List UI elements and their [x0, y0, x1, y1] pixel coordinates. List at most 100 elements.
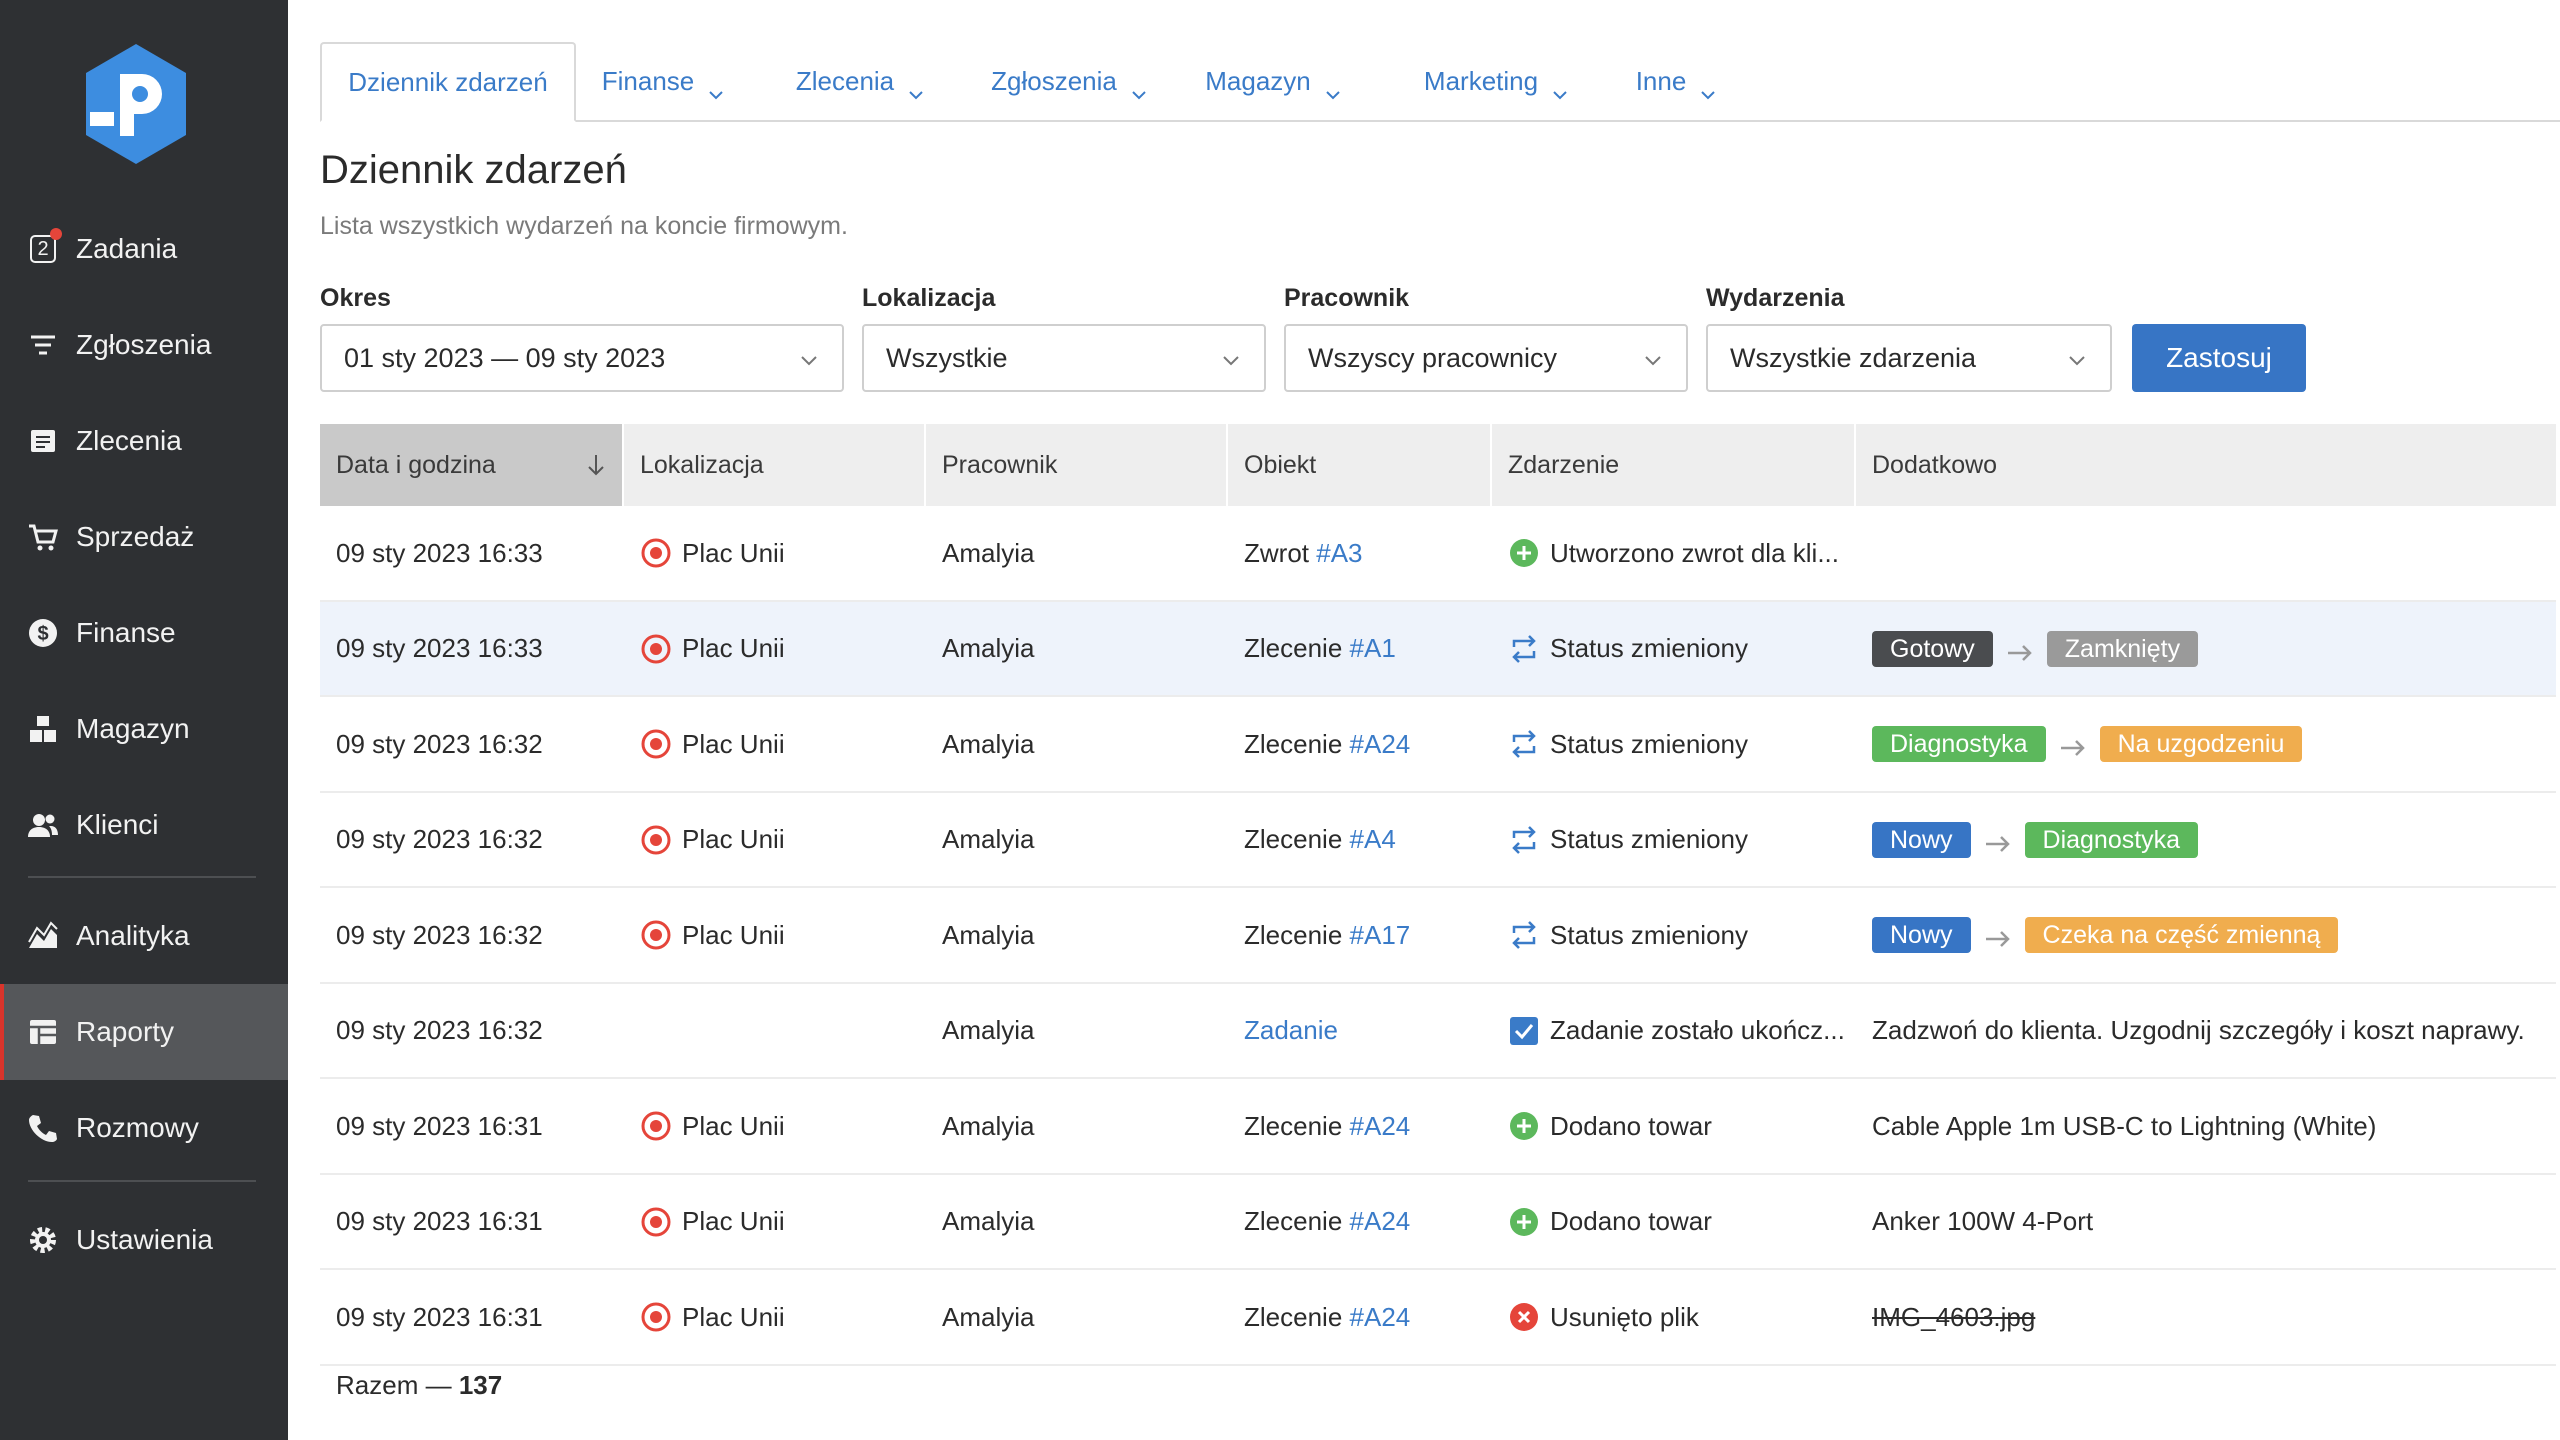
cell-object: Zwrot #A3 [1244, 506, 1363, 600]
object-type: Zlecenie [1244, 728, 1343, 759]
object-link[interactable]: #A4 [1350, 824, 1396, 855]
cell-extra: Diagnostyka Na uzgodzeniu [1872, 697, 2303, 791]
tab-label: Zgłoszenia [991, 65, 1117, 96]
column-header-extra[interactable]: Dodatkowo [1856, 424, 2556, 506]
cell-object: Zlecenie #A24 [1244, 1270, 1410, 1364]
remove-circle-icon [1508, 1301, 1540, 1333]
apply-button[interactable]: Zastosuj [2132, 324, 2306, 392]
tab-finanse[interactable]: Finanse [596, 42, 730, 120]
tab-zg-oszenia[interactable]: Zgłoszenia [986, 42, 1152, 120]
page-title: Dziennik zdarzeń [320, 148, 627, 192]
cell-employee: Amalyia [942, 1015, 1035, 1045]
period-select[interactable]: 01 sty 2023 — 09 sty 2023 [320, 324, 844, 392]
object-type: Zlecenie [1244, 919, 1343, 950]
object-link[interactable]: #A17 [1350, 920, 1411, 951]
tasks-icon: 2 [26, 228, 62, 266]
sidebar-divider [28, 876, 256, 878]
table-row[interactable]: 09 sty 2023 16:31 Plac Unii Amalyia Zleceni… [320, 1270, 2556, 1366]
object-link[interactable]: #A24 [1350, 1302, 1411, 1333]
chevron-down-icon [1223, 356, 1239, 366]
cell-date: 09 sty 2023 16:31 [336, 1206, 543, 1236]
table-row[interactable]: 09 sty 2023 16:33 Plac Unii Amalyia Zwrot #… [320, 506, 2556, 602]
cell-date: 09 sty 2023 16:32 [336, 919, 543, 950]
chevron-down-icon [1645, 356, 1661, 366]
table-row[interactable]: 09 sty 2023 16:31 Plac Unii Amalyia Zleceni… [320, 1079, 2556, 1175]
object-link[interactable]: #A24 [1350, 1206, 1411, 1237]
table-row[interactable]: 09 sty 2023 16:32 Plac Unii Amalyia Zleceni… [320, 697, 2556, 793]
object-link[interactable]: #A24 [1350, 729, 1411, 760]
sidebar-item-ustawienia[interactable]: Ustawienia [0, 1192, 288, 1288]
table-row[interactable]: 09 sty 2023 16:31 Plac Unii Amalyia Zleceni… [320, 1175, 2556, 1270]
sidebar-item-label: Magazyn [76, 713, 190, 744]
cell-location: Plac Unii [640, 1175, 785, 1269]
cell-employee: Amalyia [942, 728, 1035, 759]
cell-date: 09 sty 2023 16:33 [336, 537, 543, 568]
total-label: Razem — [336, 1370, 452, 1400]
arrow-right-icon [1983, 830, 2013, 852]
sidebar-divider [28, 1180, 256, 1182]
object-link[interactable]: Zadanie [1244, 1015, 1338, 1046]
app-logo[interactable] [80, 44, 192, 164]
cell-employee: Amalyia [942, 537, 1035, 568]
tab-inne[interactable]: Inne [1620, 42, 1732, 120]
sidebar-item-zadania[interactable]: 2 Zadania [0, 201, 288, 297]
status-badge-to: Diagnostyka [2024, 821, 2199, 858]
employee-label: Pracownik [1284, 284, 1410, 312]
sidebar-item-raporty[interactable]: Raporty [0, 984, 288, 1080]
sidebar-item-analityka[interactable]: Analityka [0, 888, 288, 984]
sort-down-icon[interactable] [586, 452, 606, 478]
cell-location: Plac Unii [640, 602, 785, 696]
tab-dziennik-zdarze-[interactable]: Dziennik zdarzeń [320, 42, 576, 122]
cell-object: Zlecenie #A4 [1244, 793, 1396, 887]
plus-circle-icon [1508, 1206, 1540, 1238]
column-header-event[interactable]: Zdarzenie [1492, 424, 1854, 506]
location-select[interactable]: Wszystkie [862, 324, 1266, 392]
column-header-date[interactable]: Data i godzina [320, 424, 622, 506]
sidebar-item-magazyn[interactable]: Magazyn [0, 681, 288, 777]
cell-extra: Zadzwoń do klienta. Uzgodnij szczegóły i… [1872, 984, 2525, 1078]
chevron-down-icon [708, 76, 724, 100]
tab-zlecenia[interactable]: Zlecenia [790, 42, 930, 120]
table-row[interactable]: 09 sty 2023 16:32 Plac Unii Amalyia Zleceni… [320, 793, 2556, 888]
sidebar-item-rozmowy[interactable]: Rozmowy [0, 1080, 288, 1176]
tab-bar: Dziennik zdarzeń Finanse Zlecenia Zgłoszeni… [320, 42, 2560, 122]
event-text: Utworzono zwrot dla kli... [1550, 537, 1839, 568]
cell-event: Utworzono zwrot dla kli... [1508, 506, 1839, 600]
column-header-employee[interactable]: Pracownik [926, 424, 1226, 506]
object-link[interactable]: #A1 [1350, 633, 1396, 664]
status-badge-from: Nowy [1872, 917, 1971, 953]
column-header-location[interactable]: Lokalizacja [624, 424, 924, 506]
event-text: Status zmieniony [1550, 824, 1748, 854]
employee-select[interactable]: Wszyscy pracownicy [1284, 324, 1688, 392]
object-link[interactable]: #A3 [1316, 538, 1362, 569]
events-label: Wydarzenia [1706, 284, 1845, 312]
tab-marketing[interactable]: Marketing [1408, 42, 1584, 120]
sidebar-item-zlecenia[interactable]: Zlecenia [0, 393, 288, 489]
location-name: Plac Unii [682, 1301, 785, 1332]
page-subtitle: Lista wszystkich wydarzeń na koncie firm… [320, 212, 848, 240]
cell-employee: Amalyia [942, 1301, 1035, 1332]
table-row[interactable]: 09 sty 2023 16:33 Plac Unii Amalyia Zleceni… [320, 601, 2556, 697]
sidebar-item-klienci[interactable]: Klienci [0, 777, 288, 873]
sidebar-item-sprzeda-[interactable]: Sprzedaż [0, 489, 288, 585]
sidebar-item-finanse[interactable]: $ Finanse [0, 585, 288, 681]
cell-event: Status zmieniony [1508, 888, 1748, 982]
tab-magazyn[interactable]: Magazyn [1198, 42, 1348, 120]
table-row[interactable]: 09 sty 2023 16:32 Amalyia Zadanie Zadanie z… [320, 984, 2556, 1079]
cell-date: 09 sty 2023 16:31 [336, 1110, 543, 1141]
object-link[interactable]: #A24 [1350, 1111, 1411, 1142]
notification-dot [50, 228, 62, 240]
table-row[interactable]: 09 sty 2023 16:32 Plac Unii Amalyia Zleceni… [320, 888, 2556, 984]
sidebar-item-label: Raporty [76, 1016, 175, 1047]
sidebar-item-zg-oszenia[interactable]: Zgłoszenia [0, 297, 288, 393]
cell-date: 09 sty 2023 16:32 [336, 1015, 543, 1045]
tab-label: Magazyn [1205, 65, 1311, 96]
events-table: Data i godzina Lokalizacja Pracownik Obi… [320, 424, 2556, 1366]
column-header-object[interactable]: Obiekt [1228, 424, 1490, 506]
location-icon [640, 824, 672, 856]
phone-icon [26, 1111, 60, 1145]
events-select[interactable]: Wszystkie zdarzenia [1706, 324, 2112, 392]
cell-location: Plac Unii [640, 793, 785, 887]
column-header-label: Pracownik [942, 450, 1058, 479]
status-badge-from: Nowy [1872, 821, 1971, 858]
